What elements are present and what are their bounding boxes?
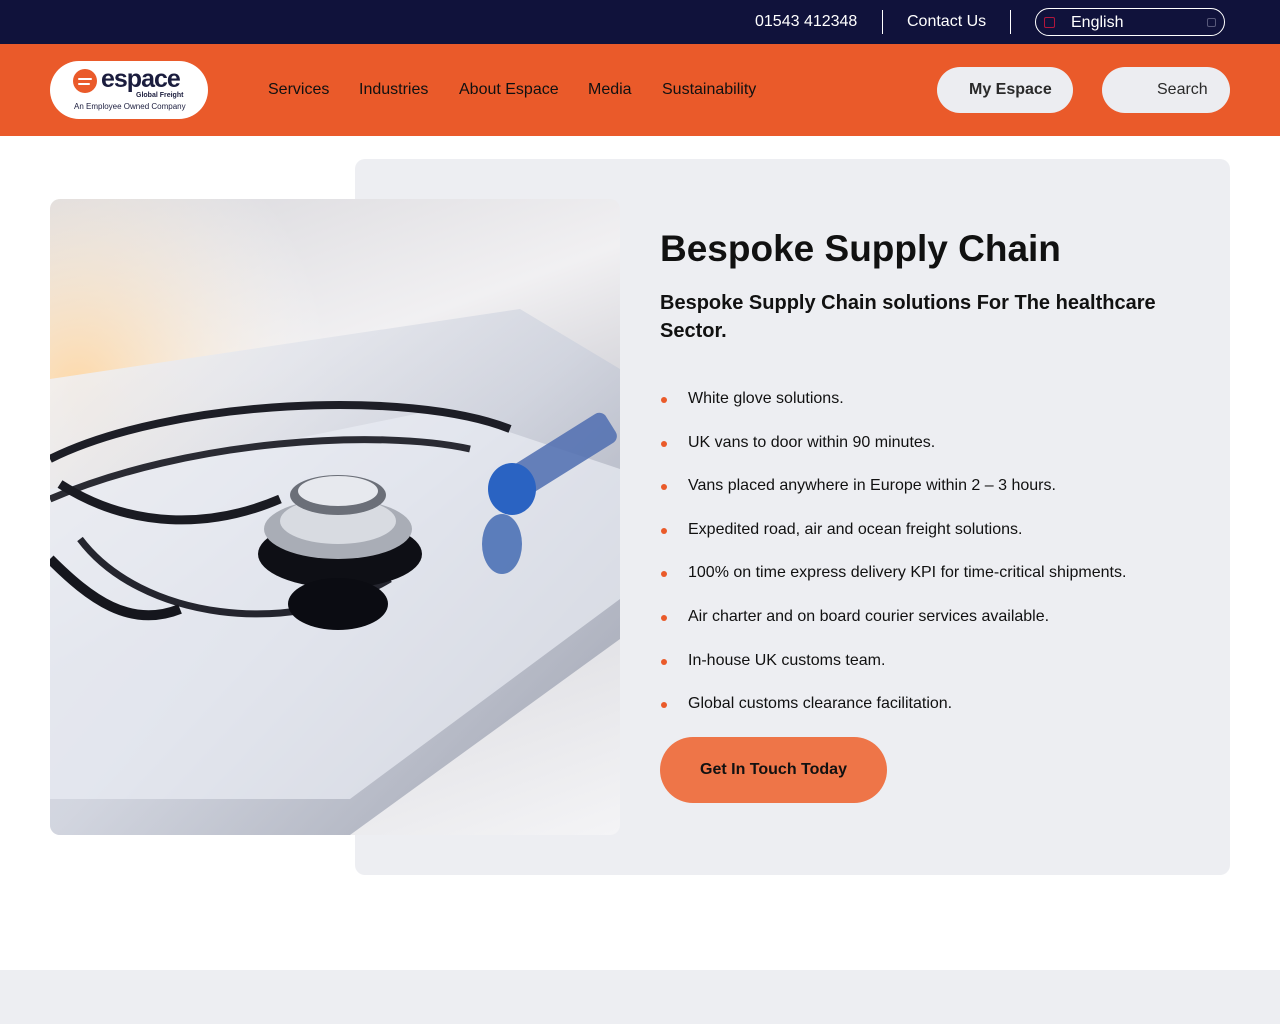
nav-media[interactable]: Media [588, 81, 632, 99]
bullet-dot-icon [661, 658, 667, 665]
list-item: Expedited road, air and ocean freight so… [660, 508, 1126, 552]
chevron-down-icon [1207, 18, 1216, 27]
nav-about-espace[interactable]: About Espace [459, 81, 559, 99]
logo-subtitle: An Employee Owned Company [74, 102, 186, 111]
bullet-dot-icon [661, 527, 667, 534]
top-utility-bar: 01543 412348 Contact Us English [0, 0, 1280, 44]
feature-list: White glove solutions. UK vans to door w… [660, 377, 1126, 726]
phone-link[interactable]: 01543 412348 [755, 13, 857, 31]
my-espace-button[interactable]: My Espace [937, 67, 1073, 113]
feature-text: White glove solutions. [688, 390, 844, 407]
list-item: In-house UK customs team. [660, 639, 1126, 683]
divider [882, 10, 883, 34]
espace-logo[interactable]: espace Global Freight An Employee Owned … [50, 61, 208, 119]
divider [1010, 10, 1011, 34]
espace-logo-icon [73, 69, 97, 93]
feature-text: Vans placed anywhere in Europe within 2 … [688, 477, 1056, 495]
list-item: 100% on time express delivery KPI for ti… [660, 551, 1126, 595]
feature-text: Air charter and on board courier service… [688, 607, 1050, 625]
feature-text: 100% on time express delivery KPI for ti… [688, 564, 1127, 582]
bullet-dot-icon [661, 484, 667, 491]
list-item: Global customs clearance facilitation. [660, 682, 1126, 726]
list-item: Vans placed anywhere in Europe within 2 … [660, 464, 1126, 508]
feature-text: Expedited road, air and ocean freight so… [688, 520, 1023, 538]
page-title: Bespoke Supply Chain [660, 228, 1061, 269]
search-label: Search [1157, 81, 1208, 98]
get-in-touch-button[interactable]: Get In Touch Today [660, 737, 887, 803]
hero-image [50, 199, 620, 835]
nav-sustainability[interactable]: Sustainability [662, 81, 756, 99]
feature-text: In-house UK customs team. [688, 651, 886, 669]
search-button[interactable]: Search [1102, 67, 1230, 113]
language-label: English [1071, 14, 1124, 31]
main-header: espace Global Freight An Employee Owned … [0, 44, 1280, 136]
contact-us-link[interactable]: Contact Us [907, 13, 986, 31]
list-item: White glove solutions. [660, 377, 1126, 421]
flag-icon [1044, 17, 1055, 28]
stethoscope-tablet-illustration [50, 199, 620, 835]
logo-wordmark: espace [101, 65, 181, 93]
bullet-dot-icon [661, 702, 667, 709]
list-item: Air charter and on board courier service… [660, 595, 1126, 639]
nav-services[interactable]: Services [268, 81, 329, 99]
logo-tagline: Global Freight [136, 92, 184, 99]
list-item: UK vans to door within 90 minutes. [660, 421, 1126, 465]
bullet-dot-icon [661, 571, 667, 578]
bullet-dot-icon [661, 614, 667, 621]
nav-industries[interactable]: Industries [359, 81, 428, 99]
footer-band [0, 970, 1280, 1024]
bullet-dot-icon [661, 397, 667, 403]
page-subtitle: Bespoke Supply Chain solutions For The h… [660, 292, 1156, 342]
bullet-dot-icon [661, 440, 667, 447]
feature-text: UK vans to door within 90 minutes. [688, 433, 936, 451]
my-espace-label: My Espace [969, 81, 1052, 98]
feature-text: Global customs clearance facilitation. [688, 695, 953, 713]
language-selector[interactable]: English [1035, 8, 1225, 36]
